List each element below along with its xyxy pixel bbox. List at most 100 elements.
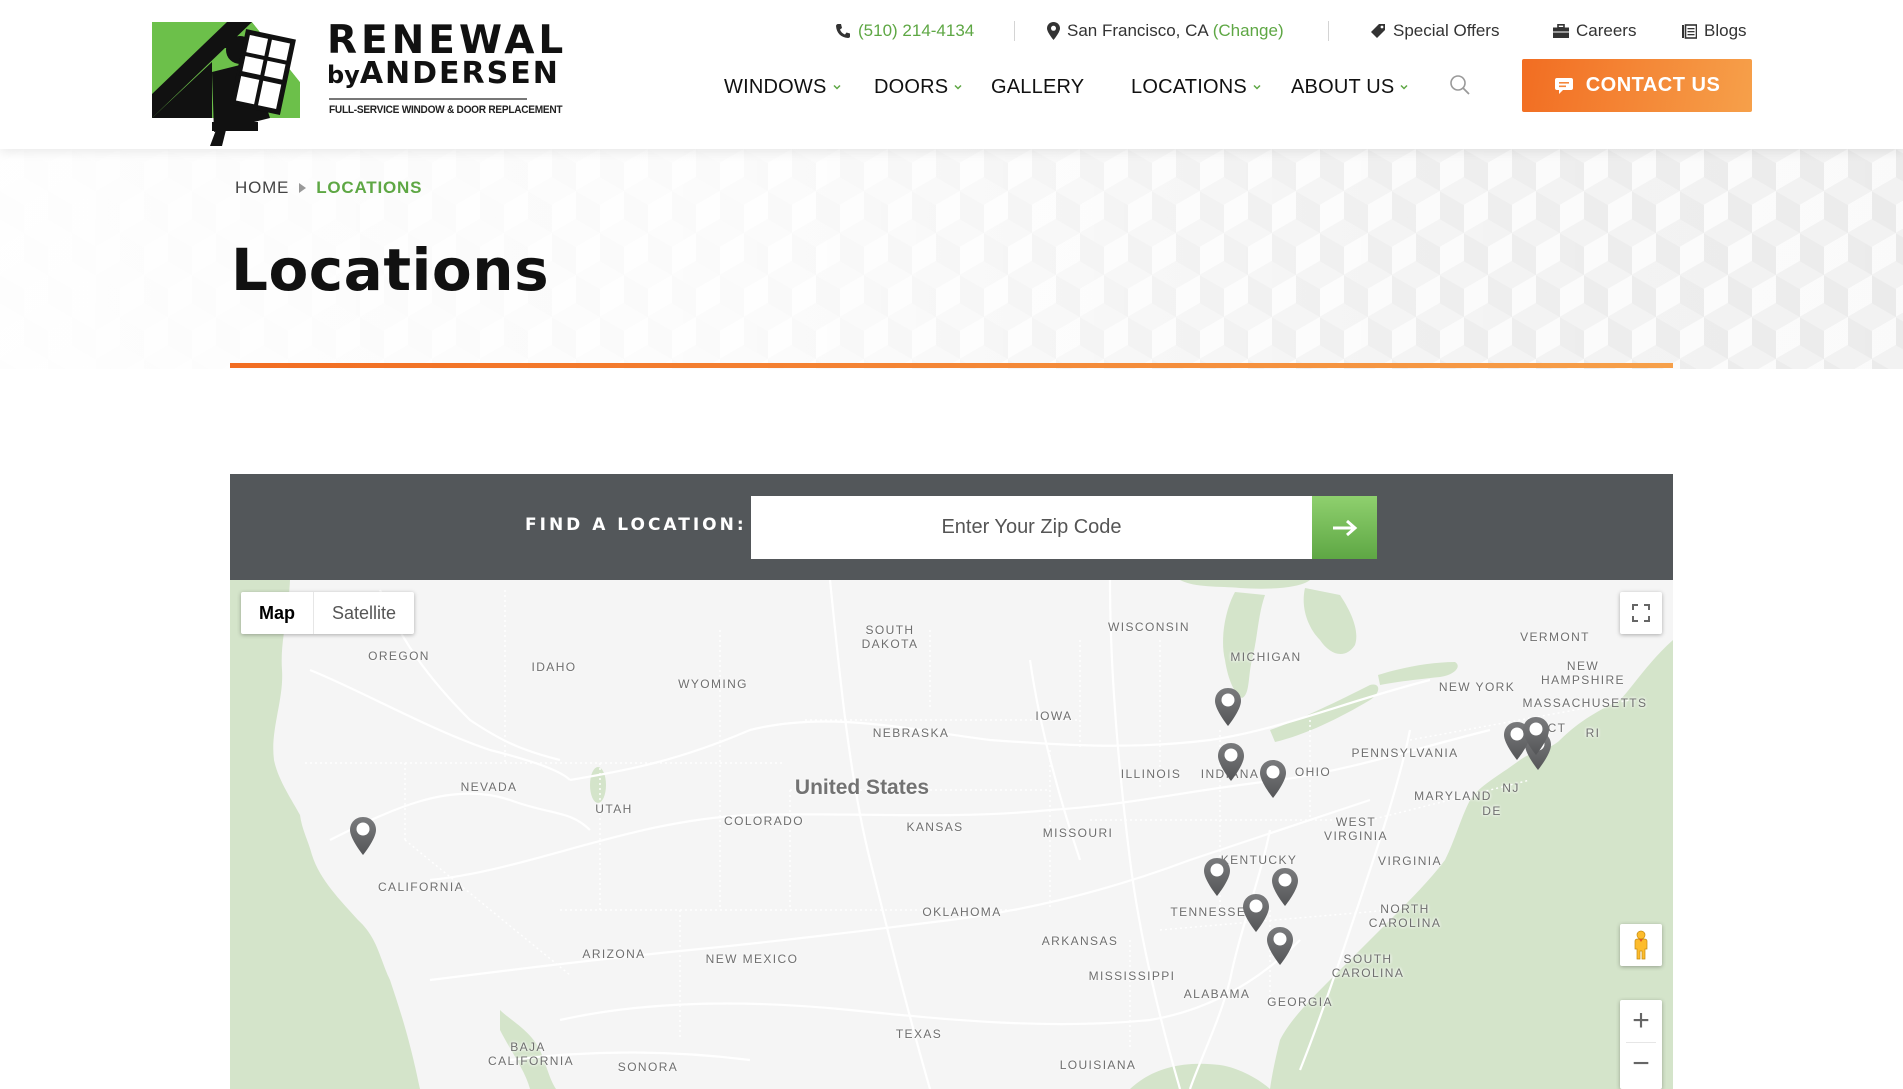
logo-divider xyxy=(329,98,527,100)
contact-us-button[interactable]: CONTACT US xyxy=(1522,59,1752,112)
current-location: San Francisco, CA xyxy=(1067,21,1209,40)
map-state-label: NORTH CAROLINA xyxy=(1368,902,1442,930)
zoom-out-button[interactable]: − xyxy=(1620,1043,1662,1085)
nav-doors[interactable]: DOORS xyxy=(874,73,963,101)
phone-number: (510) 214-4134 xyxy=(858,21,975,40)
map-state-label: MISSOURI xyxy=(1042,826,1114,840)
fullscreen-icon xyxy=(1632,604,1650,622)
map-state-label: MISSISSIPPI xyxy=(1088,969,1176,983)
special-offers-label: Special Offers xyxy=(1393,21,1500,40)
map-state-label: OKLAHOMA xyxy=(922,905,1002,919)
contact-us-label: CONTACT US xyxy=(1585,74,1721,96)
careers-label: Careers xyxy=(1576,21,1637,40)
title-divider xyxy=(230,363,1673,368)
location-marker[interactable] xyxy=(1266,926,1294,966)
breadcrumb-arrow-icon xyxy=(299,183,307,193)
map-state-label: SOUTH CAROLINA xyxy=(1331,952,1405,980)
map-state-label: MICHIGAN xyxy=(1230,650,1302,664)
map-state-label: SONORA xyxy=(617,1060,679,1074)
location-selector: San Francisco, CA (Change) xyxy=(1047,19,1284,43)
nav-doors-label: DOORS xyxy=(874,75,949,98)
chat-bubble-icon xyxy=(1554,77,1573,94)
map-state-label: ILLINOIS xyxy=(1120,767,1182,781)
fullscreen-button[interactable] xyxy=(1620,592,1662,634)
map-state-label: UTAH xyxy=(595,802,633,816)
page: RENEWAL byANDERSEN FULL-SERVICE WINDOW &… xyxy=(0,0,1903,1089)
locations-map[interactable]: United States OREGON IDAHO WYOMING SOUTH… xyxy=(230,580,1673,1089)
search-button[interactable] xyxy=(1448,73,1472,97)
logo-text-andersen: byANDERSEN xyxy=(327,57,560,90)
nav-windows-label: WINDOWS xyxy=(724,75,827,98)
map-state-label: TEXAS xyxy=(895,1027,943,1041)
chevron-down-icon xyxy=(1253,84,1261,90)
arrow-right-icon xyxy=(1332,519,1357,536)
topbar-divider xyxy=(1328,21,1329,41)
map-pin-icon xyxy=(1047,22,1060,40)
map-state-label: NEW YORK xyxy=(1438,680,1516,694)
map-type-control: Map Satellite xyxy=(241,592,415,634)
map-state-label: VERMONT xyxy=(1520,630,1590,644)
site-header: RENEWAL byANDERSEN FULL-SERVICE WINDOW &… xyxy=(0,0,1903,149)
location-marker[interactable] xyxy=(1203,857,1231,897)
zip-code-input[interactable] xyxy=(751,496,1312,559)
map-state-label: MARYLAND xyxy=(1414,789,1492,803)
map-country-label: United States xyxy=(794,776,930,799)
phone-icon xyxy=(836,24,850,38)
nav-gallery[interactable]: GALLERY xyxy=(991,73,1084,101)
nav-about-us[interactable]: ABOUT US xyxy=(1291,73,1409,101)
map-state-label: SOUTH DAKOTA xyxy=(861,623,919,651)
location-marker[interactable] xyxy=(1522,716,1550,756)
list-icon xyxy=(1682,23,1697,39)
chevron-down-icon xyxy=(1400,84,1409,90)
nav-windows[interactable]: WINDOWS xyxy=(724,73,842,101)
location-finder: FIND A LOCATION: xyxy=(230,474,1673,580)
phone-link[interactable]: (510) 214-4134 xyxy=(835,19,974,43)
location-marker[interactable] xyxy=(1271,867,1299,907)
map-state-label: WYOMING xyxy=(678,677,748,691)
map-state-label: NEW HAMPSHIRE xyxy=(1541,659,1625,687)
careers-link[interactable]: Careers xyxy=(1553,19,1636,43)
map-type-satellite[interactable]: Satellite xyxy=(314,592,414,634)
map-state-label: DE xyxy=(1482,804,1502,818)
map-state-label: ARKANSAS xyxy=(1041,934,1119,948)
nav-locations[interactable]: LOCATIONS xyxy=(1131,73,1262,101)
location-marker[interactable] xyxy=(1217,742,1245,782)
breadcrumb-home[interactable]: HOME xyxy=(235,178,289,198)
logo-text-by: by xyxy=(327,61,360,89)
zoom-in-button[interactable]: + xyxy=(1620,1000,1662,1042)
brand-logo[interactable]: RENEWAL byANDERSEN FULL-SERVICE WINDOW &… xyxy=(152,19,563,148)
page-title: Locations xyxy=(231,236,550,304)
map-state-label: MASSACHUSETTS xyxy=(1522,696,1648,710)
chevron-down-icon xyxy=(832,84,841,90)
map-type-map[interactable]: Map xyxy=(241,592,314,634)
find-location-label: FIND A LOCATION: xyxy=(525,515,747,535)
logo-tagline: FULL-SERVICE WINDOW & DOOR REPLACEMENT xyxy=(329,104,563,116)
nav-locations-label: LOCATIONS xyxy=(1131,75,1247,98)
blogs-label: Blogs xyxy=(1704,21,1747,40)
chevron-down-icon xyxy=(954,84,962,90)
map-state-label: NEBRASKA xyxy=(872,726,950,740)
briefcase-icon xyxy=(1553,24,1569,38)
logo-mark-icon xyxy=(152,22,300,146)
map-state-label: NEW MEXICO xyxy=(705,952,799,966)
blogs-link[interactable]: Blogs xyxy=(1682,19,1747,43)
map-state-label: KENTUCKY xyxy=(1220,853,1298,867)
nav-gallery-label: GALLERY xyxy=(991,75,1085,98)
zoom-control: + − xyxy=(1620,1000,1662,1089)
map-state-label: COLORADO xyxy=(724,814,804,828)
breadcrumb: HOME LOCATIONS xyxy=(235,178,422,198)
location-marker[interactable] xyxy=(349,816,377,856)
map-state-label: LOUISIANA xyxy=(1059,1058,1137,1072)
map-state-label: IOWA xyxy=(1035,709,1073,723)
special-offers-link[interactable]: Special Offers xyxy=(1370,19,1499,43)
search-icon xyxy=(1450,75,1470,95)
street-view-button[interactable] xyxy=(1620,924,1662,966)
change-location-link[interactable]: (Change) xyxy=(1213,21,1284,41)
location-marker[interactable] xyxy=(1214,687,1242,727)
map-state-label: KANSAS xyxy=(906,820,964,834)
map-state-label: IDAHO xyxy=(531,660,577,674)
map-state-label: WISCONSIN xyxy=(1108,620,1190,634)
location-marker[interactable] xyxy=(1259,759,1287,799)
zip-submit-button[interactable] xyxy=(1312,496,1377,559)
nav-about-us-label: ABOUT US xyxy=(1291,75,1395,98)
